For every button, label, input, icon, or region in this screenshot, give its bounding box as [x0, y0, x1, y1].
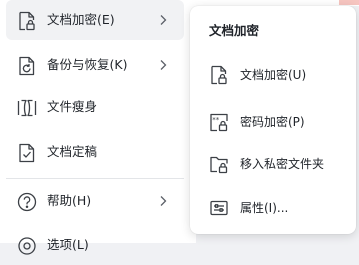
menu-item-backup-restore[interactable]: 备份与恢复(K): [6, 45, 184, 85]
private-folder-icon: [208, 153, 230, 175]
menu-item-label: 文件瘦身: [47, 99, 98, 114]
menu-item-label: 文档定稿: [47, 144, 98, 159]
menu-item-label: 备份与恢复(K): [47, 57, 128, 72]
help-icon: [16, 191, 38, 213]
properties-icon: [208, 197, 230, 219]
backup-restore-icon: [16, 55, 38, 77]
svg-text:**: **: [212, 116, 220, 124]
chevron-right-icon: [157, 13, 169, 27]
submenu-item-label: 移入私密文件夹: [240, 157, 325, 171]
options-icon: [16, 235, 38, 257]
submenu-item-document-encryption[interactable]: 文档加密(U): [196, 57, 350, 93]
lock-document-icon: [208, 64, 230, 86]
compress-file-icon: [16, 97, 38, 119]
background-window-accent: [339, 0, 359, 5]
document-encryption-submenu: 文档加密 文档加密(U) ** 密码加密(P) 移入私密文件夹 属性(I)...: [190, 6, 356, 234]
file-menu: 文档加密(E) 备份与恢复(K) 文件瘦身 文档定稿 帮助(H) 选项(L): [0, 0, 196, 255]
chevron-right-icon: [157, 58, 169, 72]
menu-item-help[interactable]: 帮助(H): [6, 181, 184, 221]
submenu-title: 文档加密: [209, 23, 260, 38]
submenu-item-label: 属性(I)...: [240, 201, 289, 215]
menu-item-label: 帮助(H): [47, 193, 92, 208]
menu-item-document-encryption[interactable]: 文档加密(E): [6, 0, 184, 40]
menu-item-finalize-document[interactable]: 文档定稿: [6, 132, 184, 172]
finalize-document-icon: [16, 142, 38, 164]
submenu-item-password-encryption[interactable]: ** 密码加密(P): [196, 104, 350, 140]
menu-item-label: 选项(L): [47, 237, 89, 252]
password-lock-icon: **: [208, 111, 230, 133]
lock-document-icon: [16, 10, 38, 32]
submenu-item-label: 文档加密(U): [240, 68, 307, 82]
submenu-item-label: 密码加密(P): [240, 115, 305, 129]
menu-item-label: 文档加密(E): [47, 12, 115, 27]
menu-divider: [6, 178, 184, 179]
submenu-item-properties[interactable]: 属性(I)...: [196, 190, 350, 226]
menu-item-file-slimming[interactable]: 文件瘦身: [6, 87, 184, 127]
submenu-item-move-to-private-folder[interactable]: 移入私密文件夹: [196, 146, 350, 182]
chevron-right-icon: [157, 194, 169, 208]
menu-item-options[interactable]: 选项(L): [6, 225, 184, 265]
